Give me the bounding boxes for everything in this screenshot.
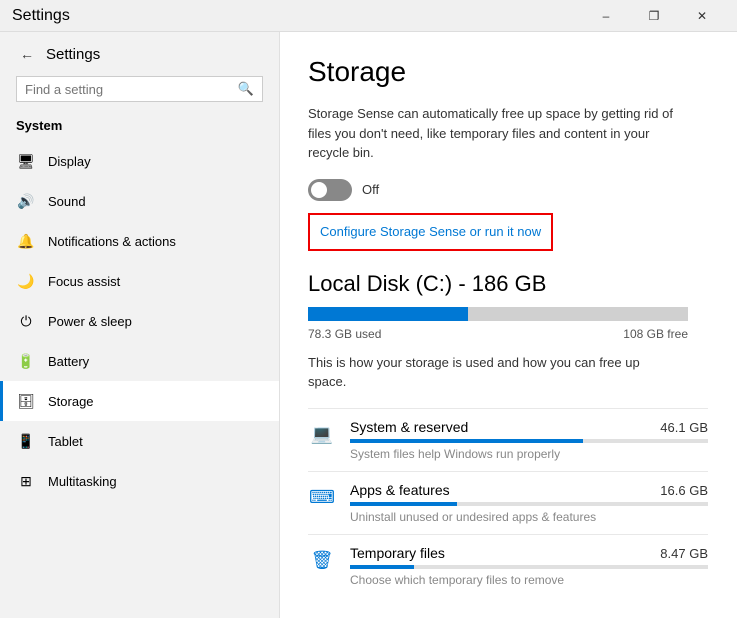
system-bar-fill [350,439,583,443]
storage-description: Storage Sense can automatically free up … [308,104,688,163]
system-info: System & reserved 46.1 GB System files h… [350,419,708,461]
configure-link[interactable]: Configure Storage Sense or run it now [320,224,541,239]
main-panel: Storage Storage Sense can automatically … [280,32,737,618]
temp-bar-fill [350,565,414,569]
nav-label-battery: Battery [48,354,89,369]
storage-items-container: 💻 System & reserved 46.1 GB System files… [308,408,713,597]
nav-label-notifications: Notifications & actions [48,234,176,249]
titlebar-controls: – ❐ ✕ [583,2,725,30]
temp-icon: 🗑 [308,547,336,575]
section-label: System [0,114,279,141]
disk-free: 108 GB free [623,327,688,341]
sidebar-item-focus[interactable]: 🌙 Focus assist [0,261,279,301]
titlebar-left: Settings [12,7,70,25]
disk-bar-container [308,307,688,321]
sidebar-item-power[interactable]: ⏻ Power & sleep [0,301,279,341]
apps-info: Apps & features 16.6 GB Uninstall unused… [350,482,708,524]
sidebar-item-notifications[interactable]: 🔔 Notifications & actions [0,221,279,261]
search-input[interactable] [25,82,238,97]
nav-label-multitasking: Multitasking [48,474,117,489]
nav-label-storage: Storage [48,394,94,409]
storage-item-apps[interactable]: ⌨ Apps & features 16.6 GB Uninstall unus… [308,471,708,534]
system-icon: 💻 [308,421,336,449]
temp-name: Temporary files [350,545,445,561]
apps-bar-fill [350,502,457,506]
nav-label-tablet: Tablet [48,434,83,449]
minimize-button[interactable]: – [583,2,629,30]
apps-bar [350,502,708,506]
disk-usage-desc: This is how your storage is used and how… [308,353,668,392]
sidebar-item-display[interactable]: 🖥 Display [0,141,279,181]
notifications-icon: 🔔 [16,231,36,251]
disk-used: 78.3 GB used [308,327,381,341]
temp-bar [350,565,708,569]
toggle-row: Off [308,179,713,201]
back-button[interactable]: ← [16,44,38,64]
system-desc: System files help Windows run properly [350,447,708,461]
nav-label-sound: Sound [48,194,86,209]
sidebar-item-battery[interactable]: 🔋 Battery [0,341,279,381]
titlebar-title: Settings [12,7,70,25]
sidebar-item-tablet[interactable]: 📱 Tablet [0,421,279,461]
disk-usage-row: 78.3 GB used 108 GB free [308,327,688,341]
page-title: Storage [308,56,713,88]
toggle-label: Off [362,182,379,197]
app-body: ← Settings 🔍 System 🖥 Display 🔊 Sound 🔔 … [0,32,737,618]
focus-icon: 🌙 [16,271,36,291]
titlebar: Settings – ❐ ✕ [0,0,737,32]
temp-title-row: Temporary files 8.47 GB [350,545,708,561]
temp-size: 8.47 GB [660,546,708,561]
sidebar-item-storage[interactable]: 🗄 Storage [0,381,279,421]
multitasking-icon: ⊞ [16,471,36,491]
sidebar-top: ← Settings [0,32,279,72]
system-size: 46.1 GB [660,420,708,435]
sidebar: ← Settings 🔍 System 🖥 Display 🔊 Sound 🔔 … [0,32,280,618]
disk-bar-fill [308,307,468,321]
storage-icon: 🗄 [16,391,36,411]
close-button[interactable]: ✕ [679,2,725,30]
sidebar-item-sound[interactable]: 🔊 Sound [0,181,279,221]
storage-item-system[interactable]: 💻 System & reserved 46.1 GB System files… [308,408,708,471]
nav-label-focus: Focus assist [48,274,120,289]
app-title: Settings [46,46,100,63]
tablet-icon: 📱 [16,431,36,451]
apps-desc: Uninstall unused or undesired apps & fea… [350,510,708,524]
sound-icon: 🔊 [16,191,36,211]
storage-item-temp[interactable]: 🗑 Temporary files 8.47 GB Choose which t… [308,534,708,597]
apps-title-row: Apps & features 16.6 GB [350,482,708,498]
search-bar[interactable]: 🔍 [16,76,263,102]
power-icon: ⏻ [16,311,36,331]
apps-name: Apps & features [350,482,450,498]
temp-desc: Choose which temporary files to remove [350,573,708,587]
storage-sense-toggle[interactable] [308,179,352,201]
restore-button[interactable]: ❐ [631,2,677,30]
search-icon[interactable]: 🔍 [238,81,254,97]
nav-label-power: Power & sleep [48,314,132,329]
sidebar-item-multitasking[interactable]: ⊞ Multitasking [0,461,279,501]
apps-size: 16.6 GB [660,483,708,498]
display-icon: 🖥 [16,151,36,171]
system-bar [350,439,708,443]
nav-label-display: Display [48,154,91,169]
apps-icon: ⌨ [308,484,336,512]
battery-icon: 🔋 [16,351,36,371]
disk-title: Local Disk (C:) - 186 GB [308,271,713,297]
nav-items: 🖥 Display 🔊 Sound 🔔 Notifications & acti… [0,141,279,501]
toggle-knob [311,182,327,198]
system-title-row: System & reserved 46.1 GB [350,419,708,435]
configure-link-box: Configure Storage Sense or run it now [308,213,553,251]
temp-info: Temporary files 8.47 GB Choose which tem… [350,545,708,587]
system-name: System & reserved [350,419,468,435]
